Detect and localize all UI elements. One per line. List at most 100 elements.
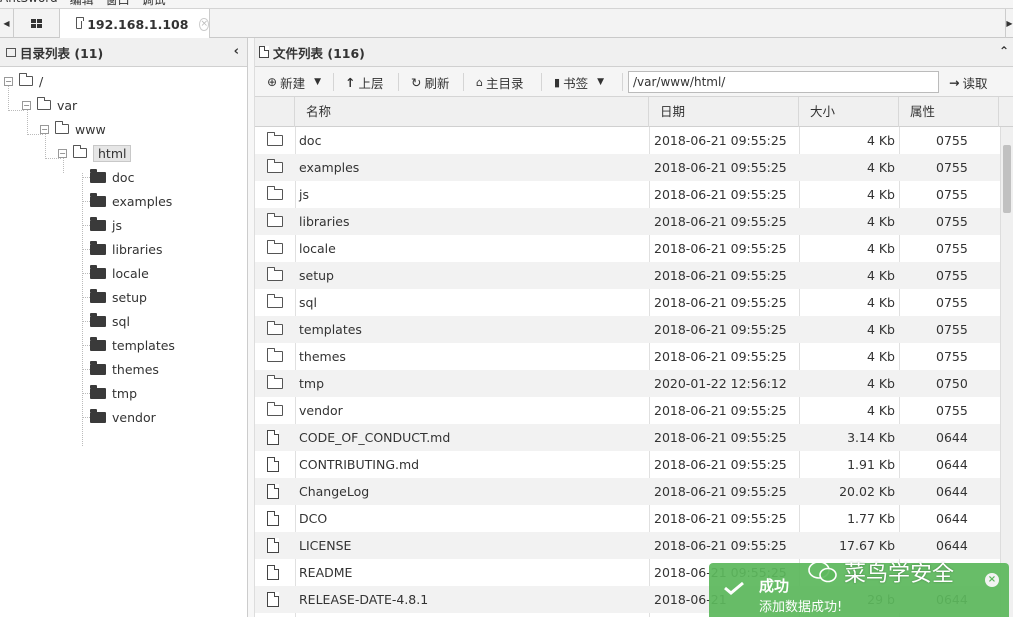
tree-collapse-icon[interactable]: − bbox=[40, 124, 49, 134]
tree-node-child[interactable]: sql bbox=[90, 311, 130, 331]
folder-cell bbox=[267, 235, 287, 262]
file-row[interactable]: CONTRIBUTING.md 2018-06-21 09:55:25 1.91 K… bbox=[255, 451, 1000, 478]
folder-cell bbox=[267, 397, 287, 424]
tree-collapse-icon[interactable]: − bbox=[58, 148, 67, 158]
file-row[interactable]: DCO 2018-06-21 09:55:25 1.77 Kb 0644 bbox=[255, 505, 1000, 532]
tree-node-html[interactable]: − html bbox=[58, 143, 132, 163]
file-name: sql bbox=[299, 295, 317, 310]
tree-node-child[interactable]: vendor bbox=[90, 407, 156, 427]
tab-shell-session[interactable]: 192.168.1.108 × bbox=[60, 9, 210, 39]
panel-splitter[interactable] bbox=[248, 38, 255, 617]
file-size: 4 Kb bbox=[866, 349, 895, 364]
menu-item[interactable]: AntSword bbox=[0, 0, 58, 8]
tree-node-child[interactable]: examples bbox=[90, 191, 172, 211]
file-row[interactable]: themes 2018-06-21 09:55:25 4 Kb 0755 bbox=[255, 343, 1000, 370]
tree-node-child[interactable]: locale bbox=[90, 263, 149, 283]
file-row[interactable]: templates 2018-06-21 09:55:25 4 Kb 0755 bbox=[255, 316, 1000, 343]
folder-icon bbox=[90, 168, 106, 183]
bookmark-button[interactable]: ▮ 书签 ▼ bbox=[548, 71, 610, 93]
file-row[interactable]: CODE_OF_CONDUCT.md 2018-06-21 09:55:25 3.1… bbox=[255, 424, 1000, 451]
file-size: 1.91 Kb bbox=[847, 457, 895, 472]
file-row[interactable]: locale 2018-06-21 09:55:25 4 Kb 0755 bbox=[255, 235, 1000, 262]
column-header-size[interactable]: 大小 bbox=[799, 97, 899, 127]
bookmark-icon: ▮ bbox=[554, 75, 561, 89]
file-grid-header: 名称 日期 大小 属性 bbox=[255, 97, 1013, 127]
vertical-scrollbar[interactable] bbox=[1000, 127, 1013, 617]
folder-icon bbox=[76, 16, 85, 29]
menu-item[interactable]: 窗口 bbox=[106, 0, 130, 8]
file-row[interactable]: vendor 2018-06-21 09:55:25 4 Kb 0755 bbox=[255, 397, 1000, 424]
tree-node-child[interactable]: themes bbox=[90, 359, 159, 379]
folder-icon bbox=[267, 132, 283, 146]
file-cell bbox=[267, 478, 287, 505]
path-input[interactable] bbox=[628, 71, 939, 93]
file-icon bbox=[267, 592, 279, 607]
file-name: LICENSE bbox=[299, 538, 352, 553]
file-row[interactable]: ChangeLog 2018-06-21 09:55:25 20.02 Kb 0644 bbox=[255, 478, 1000, 505]
folder-icon bbox=[90, 192, 106, 207]
tree-node-label: templates bbox=[112, 337, 175, 353]
file-date: 2018-06-21 09:55:25 bbox=[654, 295, 787, 310]
scrollbar-thumb[interactable] bbox=[1003, 145, 1011, 213]
file-row[interactable]: LICENSE 2018-06-21 09:55:25 17.67 Kb 0644 bbox=[255, 532, 1000, 559]
home-directory-button[interactable]: ⌂ 主目录 bbox=[470, 71, 530, 93]
file-row[interactable]: doc 2018-06-21 09:55:25 4 Kb 0755 bbox=[255, 127, 1000, 154]
file-date: 2018-06-21 09:55:25 bbox=[654, 214, 787, 229]
file-attr: 0755 bbox=[936, 214, 968, 229]
file-icon bbox=[267, 484, 279, 499]
tree-node-child[interactable]: tmp bbox=[90, 383, 137, 403]
tree-node-var[interactable]: − var bbox=[22, 95, 77, 115]
folder-icon bbox=[90, 360, 106, 375]
column-header-attr[interactable]: 属性 bbox=[899, 97, 999, 127]
new-button[interactable]: ⊕ 新建 ▼ bbox=[261, 71, 327, 93]
folder-cell bbox=[267, 154, 287, 181]
file-attr: 0755 bbox=[936, 241, 968, 256]
file-name: themes bbox=[299, 349, 346, 364]
collapse-up-icon[interactable]: ⌃ bbox=[999, 44, 1009, 58]
file-row[interactable]: sql 2018-06-21 09:55:25 4 Kb 0755 bbox=[255, 289, 1000, 316]
file-row[interactable]: tmp 2020-01-22 12:56:12 4 Kb 0750 bbox=[255, 370, 1000, 397]
column-header-name[interactable]: 名称 bbox=[295, 97, 649, 127]
file-attr: 0644 bbox=[936, 538, 968, 553]
refresh-button[interactable]: ↻ 刷新 bbox=[405, 71, 456, 93]
folder-icon bbox=[267, 402, 283, 416]
file-name: DCO bbox=[299, 511, 328, 526]
folder-icon bbox=[267, 213, 283, 227]
read-button[interactable]: → 读取 bbox=[943, 71, 994, 93]
tab-scroll-left-button[interactable]: ◀ bbox=[0, 9, 14, 38]
file-size: 4 Kb bbox=[866, 160, 895, 175]
tab-scroll-right-button[interactable]: ▶ bbox=[1005, 9, 1013, 38]
file-icon bbox=[267, 430, 279, 445]
column-header-date[interactable]: 日期 bbox=[649, 97, 799, 127]
file-row[interactable]: examples 2018-06-21 09:55:25 4 Kb 0755 bbox=[255, 154, 1000, 181]
close-icon[interactable]: × bbox=[985, 573, 999, 587]
tree-node-root[interactable]: − / bbox=[4, 71, 43, 91]
menu-item[interactable]: 编辑 bbox=[70, 0, 94, 8]
file-cell bbox=[267, 586, 287, 613]
tab-label: 192.168.1.108 bbox=[87, 16, 189, 32]
tree-node-label: themes bbox=[112, 361, 159, 377]
collapse-left-icon[interactable]: ‹ bbox=[234, 44, 239, 59]
tree-node-child[interactable]: templates bbox=[90, 335, 175, 355]
tree-node-www[interactable]: − www bbox=[40, 119, 106, 139]
menu-item[interactable]: 调试 bbox=[142, 0, 166, 8]
file-row[interactable]: js 2018-06-21 09:55:25 4 Kb 0755 bbox=[255, 181, 1000, 208]
file-attr: 0644 bbox=[936, 511, 968, 526]
tree-collapse-icon[interactable]: − bbox=[4, 76, 13, 86]
file-row[interactable]: libraries 2018-06-21 09:55:25 4 Kb 0755 bbox=[255, 208, 1000, 235]
close-icon[interactable]: × bbox=[199, 17, 209, 31]
tree-collapse-icon[interactable]: − bbox=[22, 100, 31, 110]
home-tab[interactable] bbox=[14, 9, 60, 38]
tree-node-child[interactable]: js bbox=[90, 215, 122, 235]
tree-node-child[interactable]: doc bbox=[90, 167, 134, 187]
file-date: 2018-06-21 09:55:25 bbox=[654, 511, 787, 526]
tree-node-child[interactable]: libraries bbox=[90, 239, 163, 259]
folder-icon bbox=[90, 288, 106, 303]
file-attr: 0755 bbox=[936, 403, 968, 418]
file-date: 2018-06-21 09:55:25 bbox=[654, 457, 787, 472]
file-row[interactable]: setup 2018-06-21 09:55:25 4 Kb 0755 bbox=[255, 262, 1000, 289]
grid-icon bbox=[31, 18, 42, 29]
file-name: setup bbox=[299, 268, 334, 283]
up-level-button[interactable]: ↑ 上层 bbox=[339, 71, 390, 93]
tree-node-child[interactable]: setup bbox=[90, 287, 147, 307]
